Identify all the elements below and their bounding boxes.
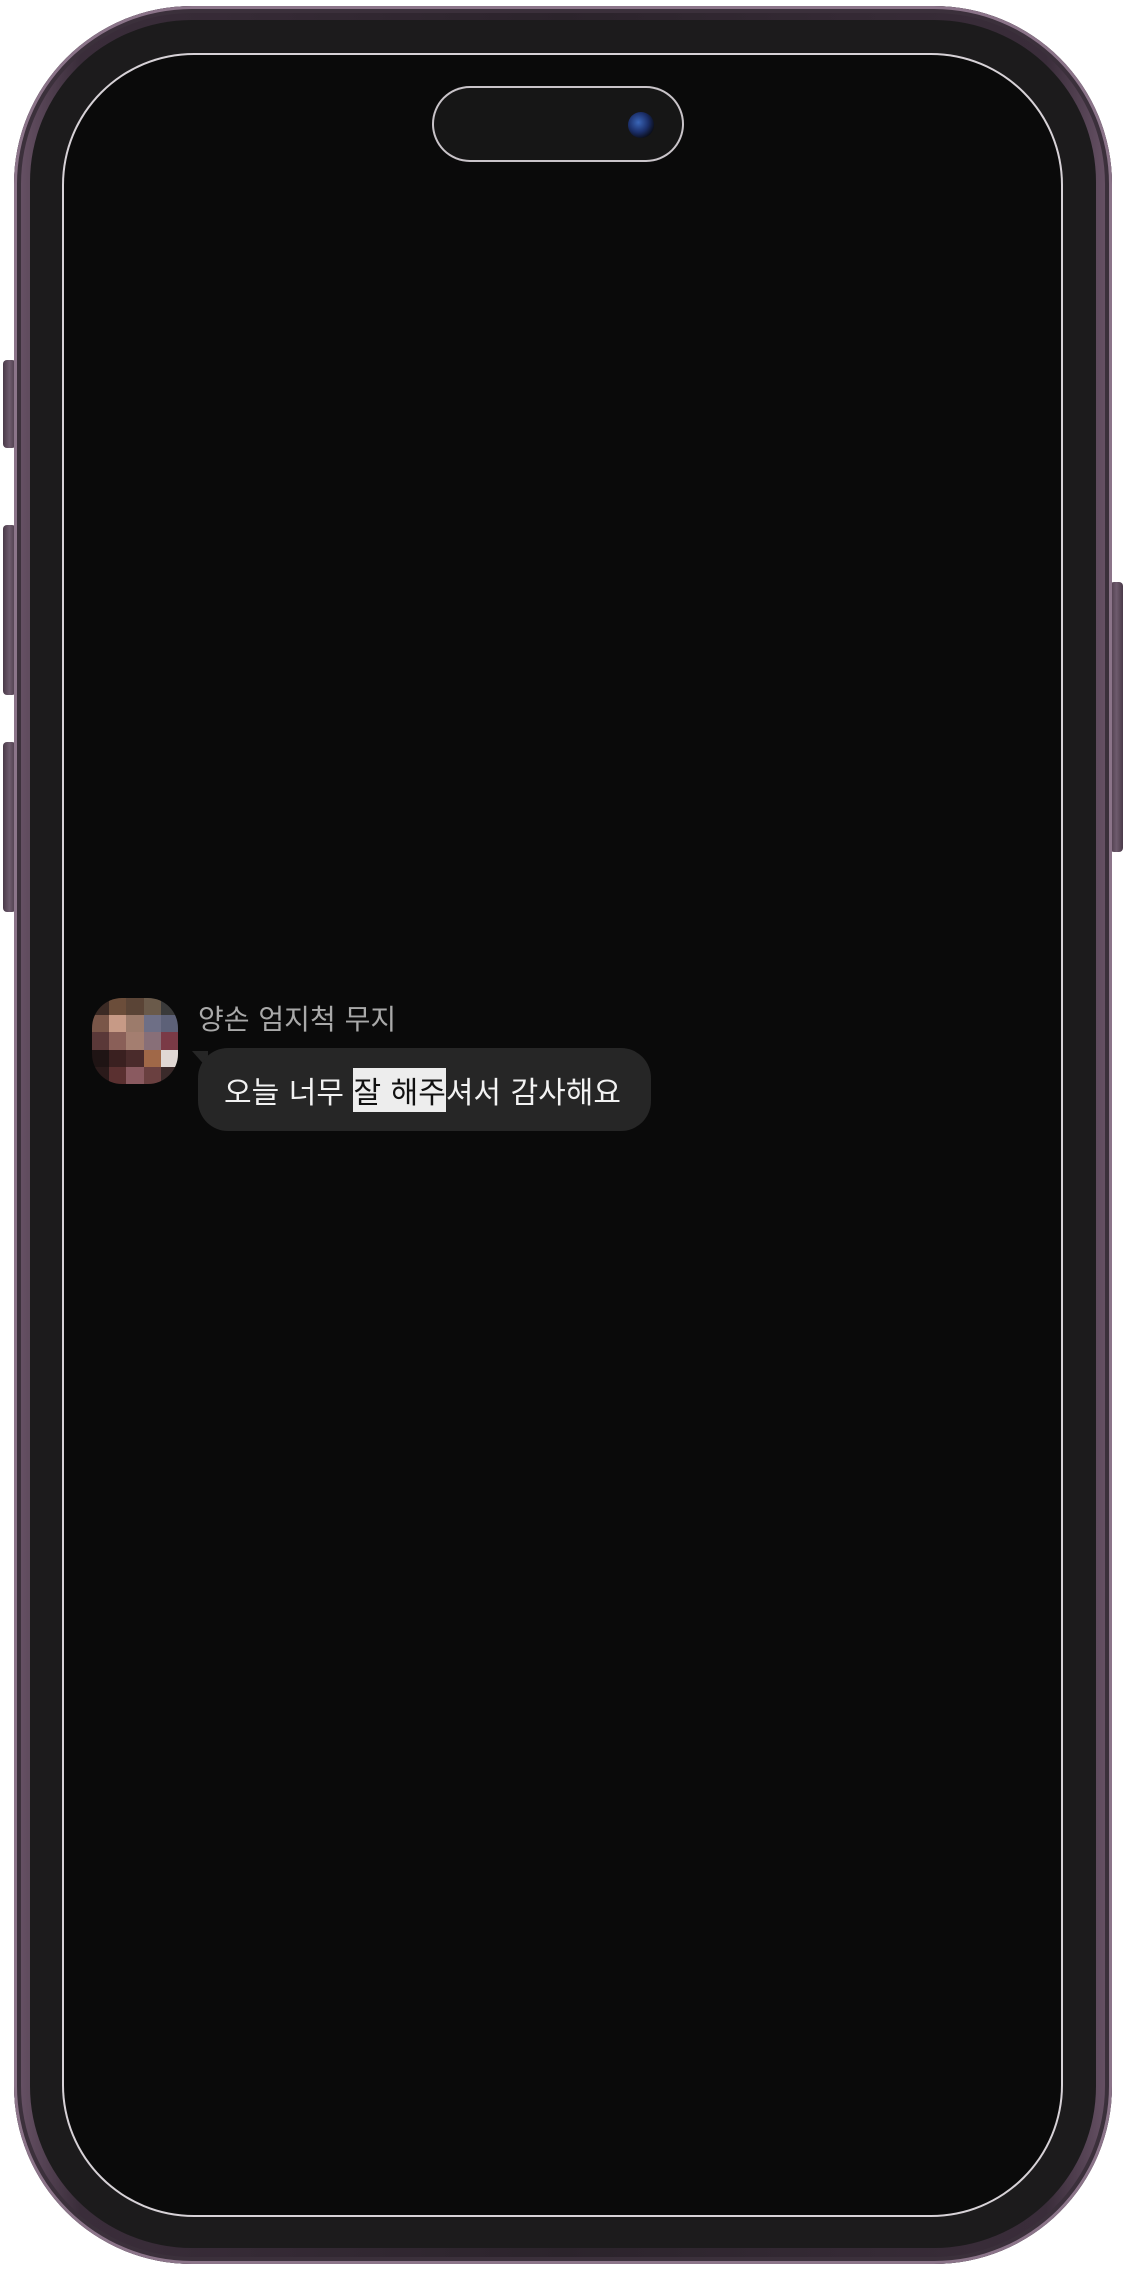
avatar[interactable] <box>92 998 178 1084</box>
sender-name: 양손 엄지척 무지 <box>198 1003 397 1036</box>
avatar-pixel <box>109 1015 127 1033</box>
device-mockup: 양손 엄지척 무지 오늘 너무 잘 해주 셔서 감사해요 <box>0 0 1125 2269</box>
avatar-pixel <box>126 1066 144 1084</box>
avatar-pixel <box>126 1015 144 1033</box>
message-bubble[interactable]: 오늘 너무 잘 해주 셔서 감사해요 <box>198 1048 651 1131</box>
message-text-before: 오늘 너무 <box>224 1075 354 1111</box>
avatar-pixel <box>126 998 144 1016</box>
avatar-pixel <box>92 1066 110 1084</box>
avatar-pixel <box>109 998 127 1016</box>
avatar-pixel <box>92 1049 110 1067</box>
avatar-pixel <box>126 1032 144 1050</box>
avatar-pixel <box>143 1049 161 1067</box>
avatar-pixel <box>160 1015 178 1033</box>
avatar-pixel <box>143 1015 161 1033</box>
avatar-pixel <box>109 1049 127 1067</box>
avatar-pixel <box>143 1032 161 1050</box>
avatar-pixel <box>126 1049 144 1067</box>
avatar-pixel <box>109 1032 127 1050</box>
avatar-pixel <box>143 998 161 1016</box>
avatar-pixel <box>143 1066 161 1084</box>
avatar-pixel <box>92 998 110 1016</box>
chat-message[interactable]: 양손 엄지척 무지 오늘 너무 잘 해주 셔서 감사해요 <box>92 998 792 1138</box>
avatar-pixel <box>109 1066 127 1084</box>
avatar-pixel <box>160 998 178 1016</box>
avatar-pixel <box>160 1032 178 1050</box>
camera-icon <box>628 112 654 138</box>
message-text-highlight[interactable]: 잘 해주 <box>353 1067 446 1112</box>
avatar-pixel <box>92 1032 110 1050</box>
avatar-pixel <box>160 1066 178 1084</box>
dynamic-island <box>434 88 682 160</box>
message-text-after: 셔서 감사해요 <box>445 1075 621 1111</box>
avatar-pixel <box>92 1015 110 1033</box>
avatar-pixel <box>160 1049 178 1067</box>
